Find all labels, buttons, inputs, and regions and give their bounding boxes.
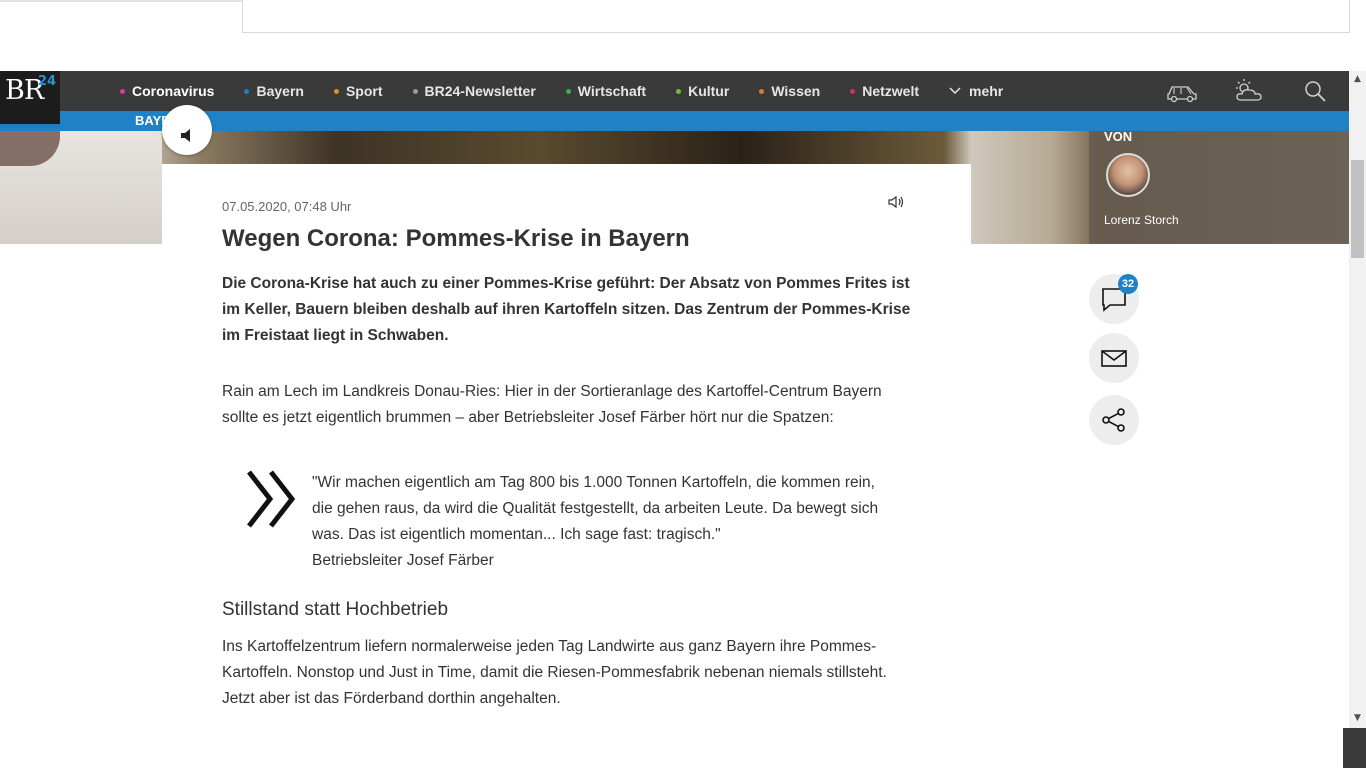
- nav-item-label: BR24-Newsletter: [424, 83, 536, 99]
- speaker-icon: [181, 129, 190, 142]
- article-date: 07.05.2020, 07:48 Uhr: [222, 199, 352, 214]
- nav-dot: [412, 88, 418, 94]
- nav-item-wissen[interactable]: Wissen: [759, 83, 820, 99]
- article-title: Wegen Corona: Pommes-Krise in Bayern: [222, 225, 690, 252]
- scroll-up-arrow-icon[interactable]: ▲: [1352, 74, 1363, 85]
- nav-dot: [333, 88, 339, 94]
- nav-dot: [120, 88, 125, 94]
- search-icon[interactable]: [1300, 78, 1332, 104]
- quote-icon: [247, 470, 296, 528]
- author-name[interactable]: Lorenz Storch: [1104, 213, 1179, 227]
- chevron-down-icon: [949, 87, 961, 95]
- audio-play-button[interactable]: [162, 105, 212, 155]
- nav-item-wirtschaft[interactable]: Wirtschaft: [565, 83, 647, 99]
- br24-logo[interactable]: BR 24: [0, 71, 60, 127]
- logo-underline: [0, 124, 60, 127]
- scroll-down-arrow-icon[interactable]: ▼: [1352, 713, 1363, 724]
- nav-item-newsletter[interactable]: BR24-Newsletter: [412, 83, 536, 99]
- nav-item-netzwelt[interactable]: Netzwelt: [850, 83, 919, 99]
- logo-suffix: 24: [38, 74, 57, 89]
- nav-item-label: Kultur: [688, 83, 730, 99]
- article-quote: "Wir machen eigentlich am Tag 800 bis 1.…: [312, 470, 882, 574]
- nav-more-button[interactable]: mehr: [949, 83, 1003, 99]
- nav-dot: [244, 88, 250, 94]
- article-teaser: Die Corona-Krise hat auch zu einer Pomme…: [222, 275, 911, 344]
- nav-item-label: Netzwelt: [862, 83, 919, 99]
- nav-item-label: Wirtschaft: [577, 83, 647, 99]
- scrollbar-thumb[interactable]: [1351, 160, 1364, 258]
- nav-items: Coronavirus Bayern Sport BR24-Newsletter…: [120, 71, 1003, 111]
- nav-item-label: Wissen: [771, 83, 821, 99]
- nav-item-coronavirus[interactable]: Coronavirus: [120, 83, 214, 99]
- mail-button[interactable]: [1089, 333, 1139, 383]
- share-button[interactable]: [1089, 395, 1139, 445]
- comment-count-badge: 32: [1118, 274, 1138, 294]
- nav-more-label: mehr: [969, 83, 1004, 99]
- traffic-car-icon[interactable]: [1166, 78, 1198, 104]
- nav-dot: [850, 88, 856, 94]
- share-icon: [1102, 408, 1125, 432]
- nav-item-sport[interactable]: Sport: [333, 83, 383, 99]
- weather-icon[interactable]: [1233, 78, 1265, 104]
- nav-item-bayern[interactable]: Bayern: [244, 83, 304, 99]
- article-paragraph: Ins Kartoffelzentrum liefern normalerwei…: [222, 638, 887, 707]
- nav-dot: [676, 88, 682, 94]
- author-heading: VON: [1104, 129, 1133, 144]
- nav-dot: [565, 88, 571, 94]
- nav-item-kultur[interactable]: Kultur: [676, 83, 729, 99]
- tab-edge: [0, 0, 242, 2]
- author-avatar[interactable]: [1106, 153, 1150, 197]
- nav-item-label: Coronavirus: [132, 83, 215, 99]
- nav-item-label: Sport: [345, 83, 383, 99]
- nav-dot: [759, 88, 765, 94]
- address-area[interactable]: [242, 0, 1350, 33]
- mail-icon: [1101, 350, 1127, 367]
- quote-source: Betriebsleiter Josef Färber: [312, 552, 494, 569]
- article-paragraph: Rain am Lech im Landkreis Donau-Ries: Hi…: [222, 383, 882, 426]
- quote-text: "Wir machen eigentlich am Tag 800 bis 1.…: [312, 474, 879, 543]
- article-subheading: Stillstand statt Hochbetrieb: [222, 599, 449, 620]
- browser-top-area: [0, 0, 1366, 71]
- speaker-icon[interactable]: [886, 193, 906, 211]
- author-panel: VON Lorenz Storch: [1089, 129, 1349, 244]
- nav-item-label: Bayern: [256, 83, 304, 99]
- window-corner: [1343, 728, 1366, 768]
